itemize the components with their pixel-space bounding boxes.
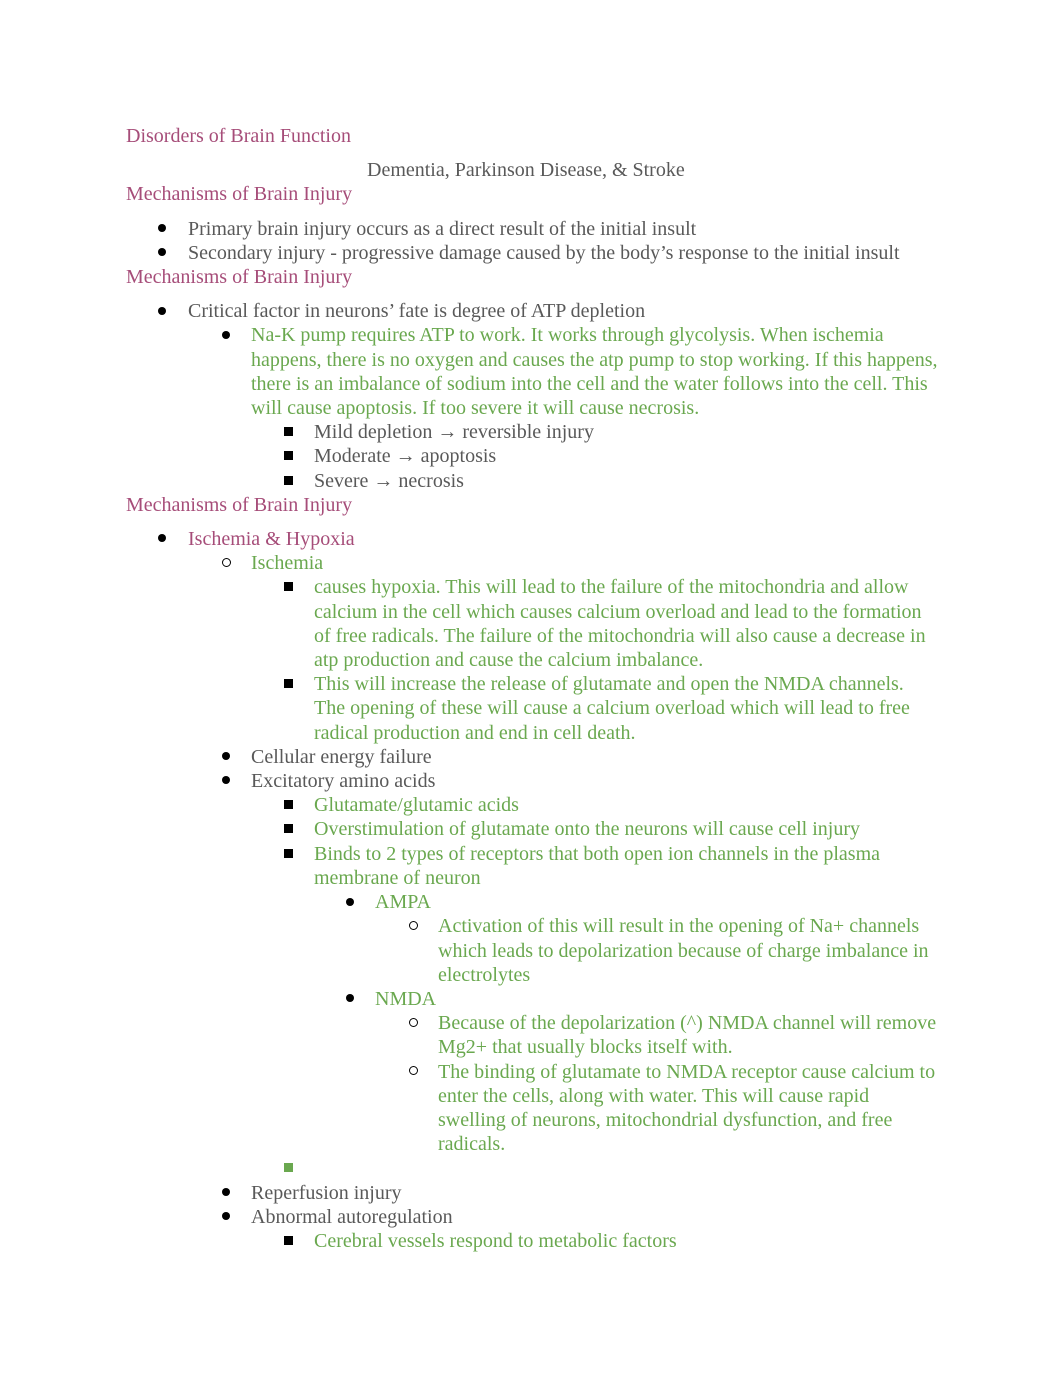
list-item: Secondary injury - progressive damage ca…: [126, 241, 938, 265]
list-item: Moderate → apoptosis: [126, 444, 938, 468]
list-item: Critical factor in neurons’ fate is degr…: [126, 299, 938, 323]
bullet-square-icon: [278, 469, 298, 493]
list-item: Glutamate/glutamic acids: [126, 793, 938, 817]
bullet-square-icon: [278, 444, 298, 468]
list-item: Binds to 2 types of receptors that both …: [126, 842, 938, 890]
list-item: This will increase the release of glutam…: [126, 672, 938, 745]
bullet-disc-icon: [216, 1181, 236, 1205]
list-item: Ischemia: [126, 551, 938, 575]
list-item: Cerebral vessels respond to metabolic fa…: [126, 1229, 938, 1253]
list-item: Ischemia & Hypoxia: [126, 527, 938, 551]
bullet-square-icon: [278, 1229, 298, 1253]
bullet-disc-icon: [340, 987, 360, 1011]
list-item: Excitatory amino acids: [126, 769, 938, 793]
list-item: Reperfusion injury: [126, 1181, 938, 1205]
list-item: Severe → necrosis: [126, 469, 938, 493]
section-heading: Mechanisms of Brain Injury: [126, 493, 353, 516]
bullet-disc-icon: [152, 527, 172, 551]
bullet-disc-icon: [152, 241, 172, 265]
list-item: Mild depletion → reversible injury: [126, 420, 938, 444]
bullet-disc-icon: [152, 217, 172, 241]
list-item: Abnormal autoregulation: [126, 1205, 938, 1229]
list-item: AMPA: [126, 890, 938, 914]
list-item: Because of the depolarization (^) NMDA c…: [126, 1011, 938, 1059]
bullet-square-icon: [278, 817, 298, 841]
bullet-circle-icon: [216, 551, 236, 575]
empty-list-item: [126, 1156, 938, 1180]
bullet-circle-icon: [403, 914, 423, 938]
section-heading: Mechanisms of Brain Injury: [126, 183, 353, 206]
bullet-square-icon: [278, 672, 298, 696]
bullet-square-icon: [278, 793, 298, 817]
document-page: Disorders of Brain Function Dementia, Pa…: [126, 124, 938, 1253]
bullet-square-icon: [278, 1156, 298, 1180]
document-title: Disorders of Brain Function: [126, 125, 351, 147]
list-item: Overstimulation of glutamate onto the ne…: [126, 817, 938, 841]
list-item: Primary brain injury occurs as a direct …: [126, 217, 938, 241]
bullet-disc-icon: [216, 769, 236, 793]
bullet-square-icon: [278, 575, 298, 599]
list-item: Na-K pump requires ATP to work. It works…: [126, 323, 938, 420]
list-item: causes hypoxia. This will lead to the fa…: [126, 575, 938, 672]
section-heading: Mechanisms of Brain Injury: [126, 266, 353, 289]
list-item: The binding of glutamate to NMDA recepto…: [126, 1060, 938, 1157]
bullet-disc-icon: [152, 299, 172, 323]
bullet-disc-icon: [340, 890, 360, 914]
bullet-disc-icon: [216, 323, 236, 347]
bullet-circle-icon: [403, 1011, 423, 1035]
list-item: Cellular energy failure: [126, 745, 938, 769]
list-item: NMDA: [126, 987, 938, 1011]
bullet-square-icon: [278, 842, 298, 866]
bullet-square-icon: [278, 420, 298, 444]
bullet-disc-icon: [216, 745, 236, 769]
list-item: Activation of this will result in the op…: [126, 914, 938, 987]
bullet-circle-icon: [403, 1060, 423, 1084]
bullet-disc-icon: [216, 1205, 236, 1229]
document-subtitle: Dementia, Parkinson Disease, & Stroke: [367, 159, 685, 182]
